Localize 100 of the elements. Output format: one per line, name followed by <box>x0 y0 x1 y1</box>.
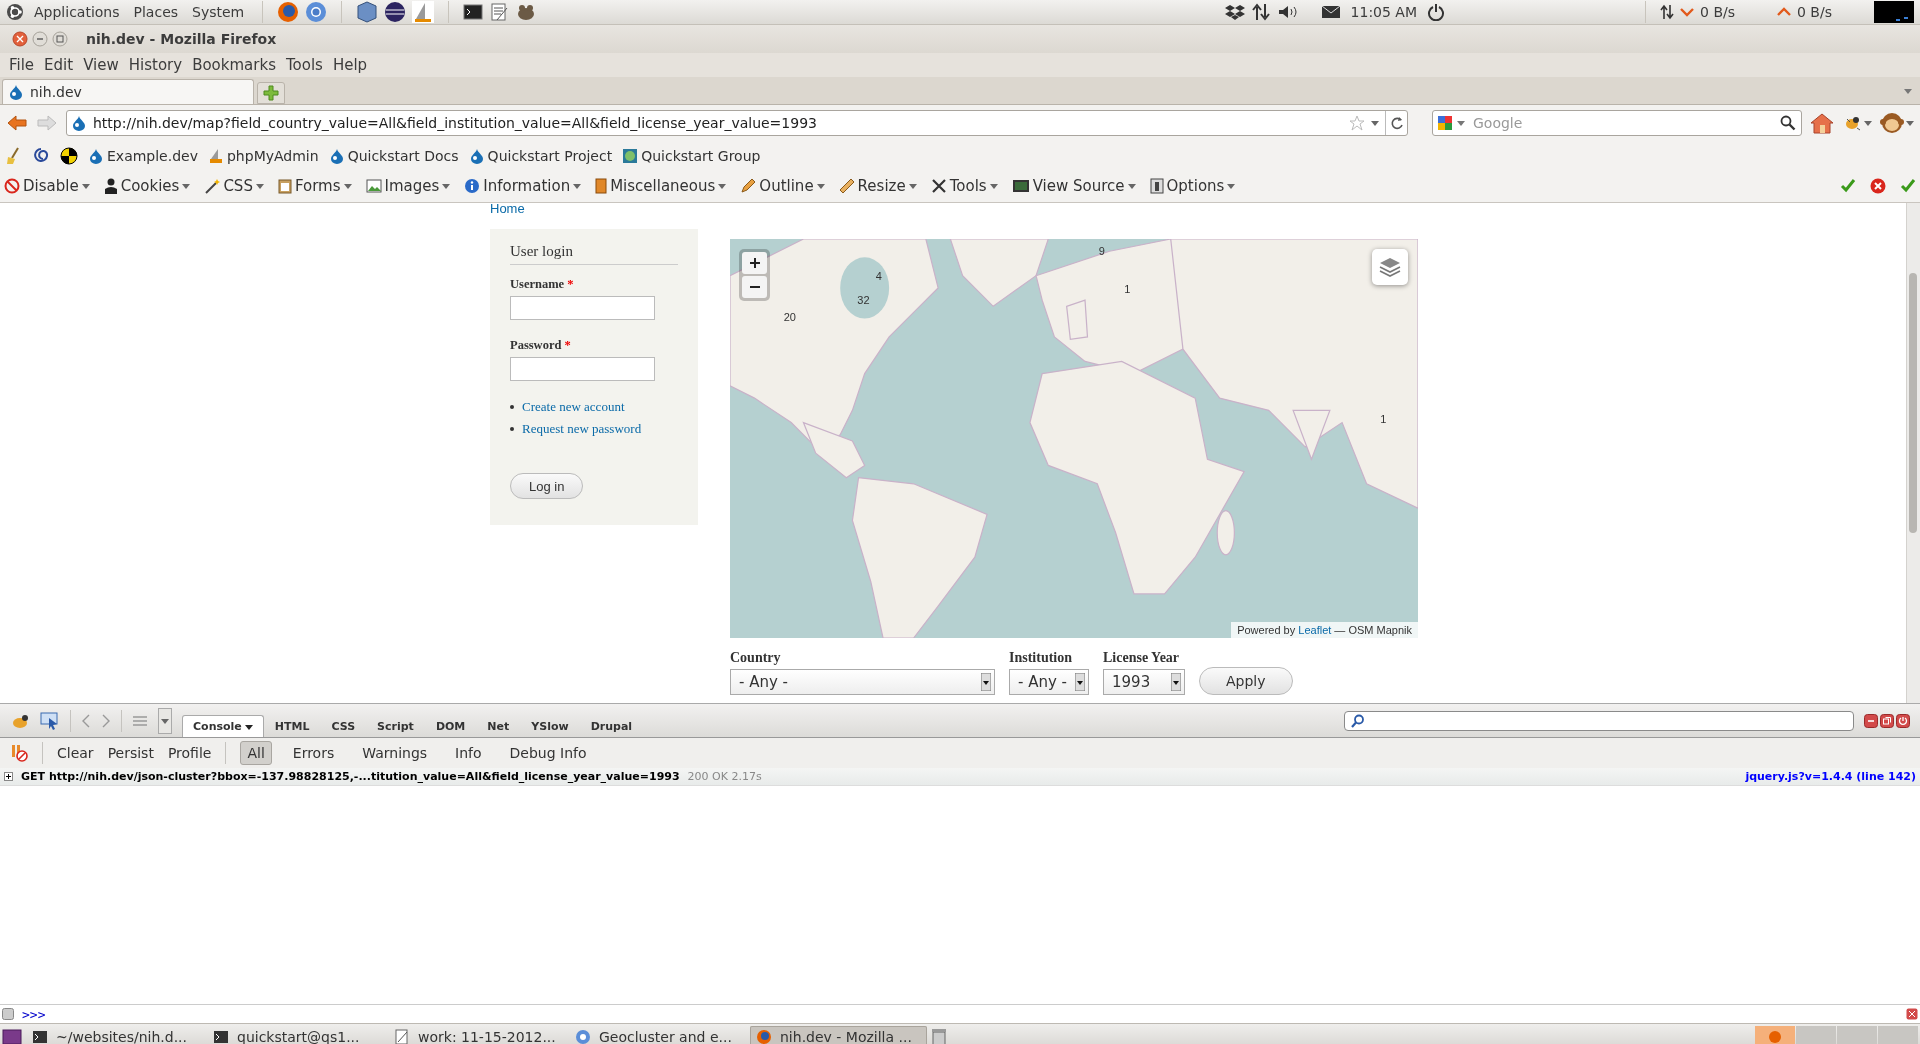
scrollbar[interactable] <box>1906 203 1920 703</box>
broom-icon[interactable] <box>6 147 22 165</box>
panel-tab[interactable]: Console <box>182 715 264 737</box>
toolbar-menu[interactable]: Disable <box>4 177 90 195</box>
workspace-switcher-icon[interactable] <box>1755 1025 1920 1044</box>
box-icon[interactable] <box>1224 3 1245 21</box>
task-button[interactable]: quickstart@qs1... <box>207 1025 384 1044</box>
panel-menu[interactable]: Places <box>129 4 183 20</box>
toolbar-menu[interactable]: Forms <box>277 177 352 195</box>
toolbar-menu[interactable]: Cookies <box>103 177 191 195</box>
panel-list-button[interactable] <box>158 707 172 734</box>
envelope-icon[interactable] <box>1320 4 1341 20</box>
filter-tab[interactable]: Info <box>448 741 489 765</box>
attribution-link[interactable]: Leaflet <box>1298 624 1332 636</box>
login-button[interactable]: Log in <box>510 473 584 499</box>
layers-button[interactable] <box>1372 249 1408 285</box>
close-button[interactable] <box>1896 713 1910 728</box>
menu-item[interactable]: History <box>123 56 188 74</box>
sail-icon[interactable] <box>412 1 435 23</box>
restore-button[interactable] <box>1880 713 1894 728</box>
toolbar-menu[interactable]: Resize <box>838 177 917 195</box>
breadcrumb-link[interactable]: Home <box>490 203 525 217</box>
cluster-count[interactable]: 4 <box>875 269 882 282</box>
cluster-count[interactable]: 32 <box>857 294 870 307</box>
bookmark-link[interactable]: Quickstart Group <box>622 148 761 164</box>
toolbar-menu[interactable]: CSS <box>204 177 264 195</box>
bookmark-link[interactable]: phpMyAdmin <box>208 148 319 164</box>
select-field[interactable]: - Any - <box>730 669 995 695</box>
task-button[interactable]: ~/websites/nih.d... <box>26 1025 203 1044</box>
minimize-button[interactable] <box>1864 713 1878 728</box>
toolbar-menu[interactable]: Miscellaneous <box>595 177 727 195</box>
show-desktop-icon[interactable] <box>2 1026 22 1044</box>
power-icon[interactable] <box>1427 3 1446 21</box>
menu-item[interactable]: Tools <box>280 56 328 74</box>
browser-tab[interactable]: nih.dev <box>2 79 254 104</box>
console-icon[interactable] <box>2 1008 14 1020</box>
address-field[interactable]: http://nih.dev/map?field_country_value=All&field_institution_value=All&field_license_year_value=1993 <box>66 110 1408 136</box>
apply-button[interactable]: Apply <box>1199 667 1293 695</box>
menu-item[interactable]: File <box>4 56 40 74</box>
ubuntu-logo-icon[interactable] <box>6 3 24 21</box>
close-icon[interactable] <box>1906 1008 1918 1020</box>
task-button[interactable]: Geocluster and e... <box>569 1025 746 1044</box>
filter-tab[interactable]: Errors <box>285 741 342 765</box>
input-field[interactable] <box>510 296 655 320</box>
menu-item[interactable]: Bookmarks <box>187 56 281 74</box>
clear-button[interactable] <box>10 744 28 762</box>
close-button[interactable] <box>12 31 28 47</box>
search-field[interactable]: Google <box>1432 110 1802 136</box>
transfer-icon[interactable] <box>1250 2 1271 22</box>
bookmark-link[interactable]: Example.dev <box>88 148 198 164</box>
task-button[interactable]: nih.dev - Mozilla ... <box>750 1025 927 1044</box>
toolbar-menu[interactable]: Options <box>1149 177 1236 195</box>
menu-item[interactable]: Help <box>327 56 373 74</box>
console-button[interactable]: Profile <box>167 745 212 761</box>
panel-tab[interactable]: DOM <box>424 715 477 737</box>
panel-menu[interactable]: System <box>188 4 249 20</box>
monkey-menu-button[interactable] <box>1880 111 1914 135</box>
cluster-count[interactable]: 9 <box>1098 245 1105 257</box>
console-button[interactable]: Clear <box>57 745 94 761</box>
account-link[interactable]: Create new account <box>522 399 625 415</box>
swirl-icon[interactable] <box>32 147 50 165</box>
toolbar-menu[interactable]: Information <box>464 177 582 195</box>
toolbar-menu[interactable]: Images <box>365 177 451 195</box>
cluster-count[interactable]: 1 <box>1380 412 1387 425</box>
toolbar-menu[interactable]: View Source <box>1011 177 1136 195</box>
bookmark-link[interactable]: Quickstart Docs <box>328 148 459 164</box>
expand-icon[interactable] <box>4 772 13 781</box>
terminal-icon[interactable] <box>463 3 484 21</box>
input-field[interactable] <box>510 357 655 381</box>
browser-icon[interactable] <box>305 1 328 23</box>
bookmark-link[interactable]: Quickstart Project <box>468 148 613 164</box>
inspect-button[interactable] <box>40 711 60 730</box>
minimize-button[interactable] <box>32 31 48 47</box>
toolbar-menu[interactable]: Tools <box>930 177 998 195</box>
clock[interactable]: 11:05 AM <box>1346 4 1422 20</box>
task-button[interactable]: work: 11-15-2012... <box>388 1025 565 1044</box>
cluster-count[interactable]: 1 <box>1124 282 1131 295</box>
menu-item[interactable]: View <box>78 56 124 74</box>
filter-tab[interactable]: Warnings <box>355 741 435 765</box>
filter-tab[interactable]: Debug Info <box>502 741 594 765</box>
speaker-icon[interactable] <box>1276 3 1299 21</box>
select-field[interactable]: 1993 <box>1103 669 1185 695</box>
account-link[interactable]: Request new password <box>522 421 642 437</box>
browser-icon[interactable] <box>277 1 300 23</box>
panel-tab[interactable]: Net <box>476 715 521 737</box>
cluster-count[interactable]: 20 <box>783 311 796 324</box>
target-icon[interactable] <box>60 147 78 165</box>
cube-icon[interactable] <box>356 1 379 23</box>
panel-tab[interactable]: YSlow <box>520 715 580 737</box>
panel-tab[interactable]: Drupal <box>579 715 644 737</box>
console-button[interactable]: Persist <box>107 745 154 761</box>
filter-tab[interactable]: All <box>240 741 272 765</box>
panel-tab[interactable]: Script <box>366 715 425 737</box>
back-button[interactable] <box>6 114 28 132</box>
zoom-out-button[interactable] <box>742 276 767 298</box>
source-link[interactable]: jquery.js?v=1.4.4 (line 142) <box>1745 770 1916 783</box>
panel-menu[interactable]: Applications <box>30 4 124 20</box>
zoom-in-button[interactable] <box>742 252 767 274</box>
menu-item[interactable]: Edit <box>39 56 79 74</box>
notepad-icon[interactable] <box>489 2 510 22</box>
